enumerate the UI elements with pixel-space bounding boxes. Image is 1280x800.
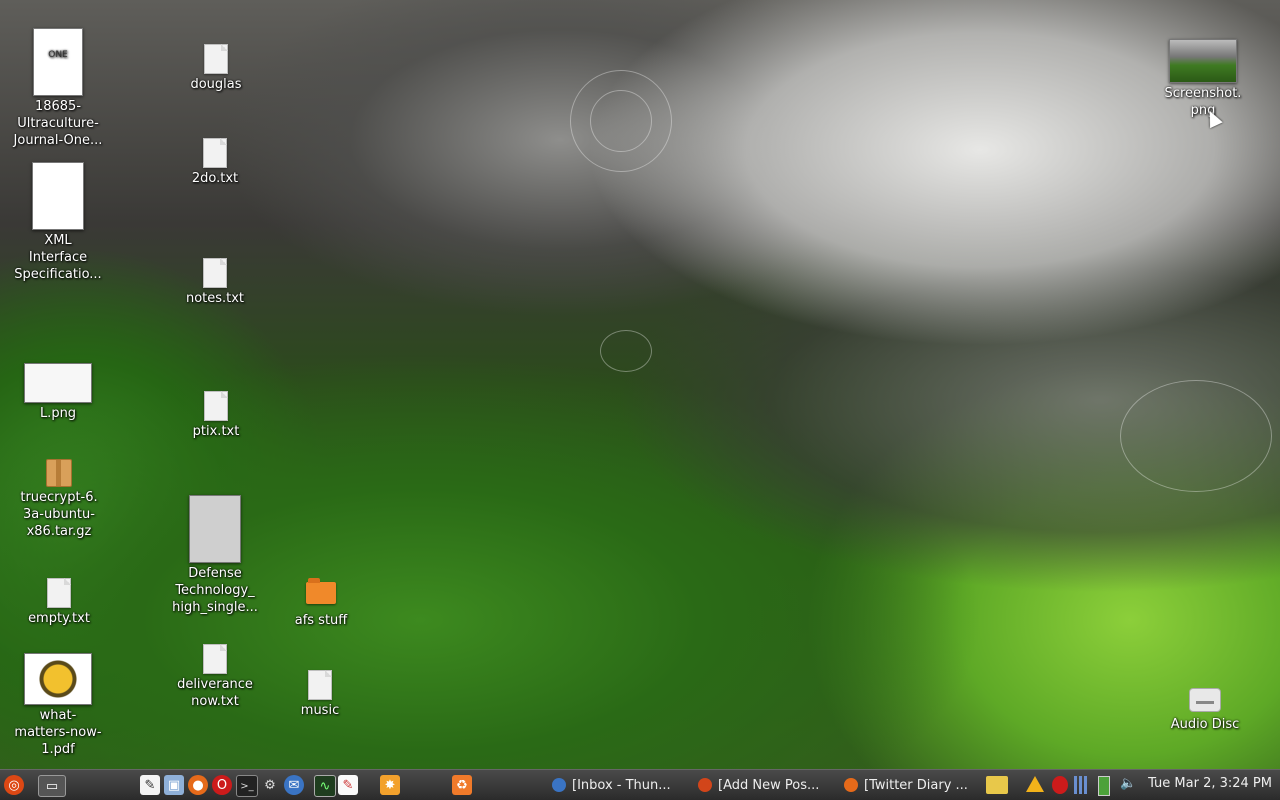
desktop-icon-audio-disc[interactable]: Audio Disc <box>1150 688 1260 733</box>
desktop-icon-xml-interface[interactable]: XML Interface Specificatio... <box>3 162 113 283</box>
text-file-icon <box>204 391 228 421</box>
opera-icon[interactable] <box>1052 776 1068 794</box>
desktop-icon-label: ptix.txt <box>192 424 240 439</box>
thunderbird-icon[interactable]: ✉ <box>284 775 304 795</box>
terminal-icon[interactable]: >_ <box>236 775 258 797</box>
pdf-thumbnail-icon: ONE <box>33 28 83 96</box>
desktop-icon-deliverance-now[interactable]: deliverance now.txt <box>160 644 270 710</box>
desktop-icon-label: notes.txt <box>185 291 245 306</box>
desktop-icon-2do[interactable]: 2do.txt <box>160 138 270 187</box>
opera-icon[interactable]: O <box>212 775 232 795</box>
audio-disc-icon <box>1189 688 1221 712</box>
signal-icon[interactable] <box>1074 776 1090 794</box>
firefox-icon <box>844 778 858 792</box>
desktop-icon-what-matters-now[interactable]: what- matters-now- 1.pdf <box>3 653 113 758</box>
firefox-icon[interactable]: ● <box>188 775 208 795</box>
desktop-icon-label: XML Interface Specificatio... <box>14 233 102 282</box>
task-label: [Add New Pos... <box>718 777 820 793</box>
taskbar-item-twitter-diary[interactable]: [Twitter Diary ... <box>844 774 978 796</box>
show-desktop-icon[interactable]: ▭ <box>38 775 66 797</box>
desktop-icon-l-png[interactable]: L.png <box>3 363 113 422</box>
desktop-icon-label: afs stuff <box>294 613 348 628</box>
task-label: [Twitter Diary ... <box>864 777 968 793</box>
desktop-icon-empty[interactable]: empty.txt <box>4 578 114 627</box>
water-ripple <box>1120 380 1272 492</box>
text-file-icon <box>203 644 227 674</box>
desktop-icon-notes[interactable]: notes.txt <box>160 258 270 307</box>
desktop-icon-music[interactable]: music <box>265 670 375 719</box>
panel-clock[interactable]: Tue Mar 2, 3:24 PM <box>1148 776 1272 791</box>
pdf-thumbnail-icon <box>189 495 241 563</box>
archive-icon <box>46 459 72 487</box>
pidgin-icon[interactable]: ✎ <box>338 775 358 795</box>
text-file-icon <box>203 258 227 288</box>
text-file-icon <box>47 578 71 608</box>
text-file-icon <box>204 44 228 74</box>
desktop-icon-label: 18685- Ultraculture- Journal-One... <box>13 99 103 148</box>
text-file-icon <box>203 138 227 168</box>
desktop-icon-screenshot[interactable]: Screenshot. png <box>1148 39 1258 119</box>
folder-icon[interactable] <box>986 776 1008 794</box>
desktop-icon-label: Defense Technology_ high_single... <box>172 566 258 615</box>
desktop-icon-afs-stuff[interactable]: afs stuff <box>266 578 376 629</box>
system-monitor-icon[interactable]: ∿ <box>314 775 336 797</box>
trash-icon[interactable]: ♻ <box>452 775 472 795</box>
pdf-thumbnail-icon <box>32 162 84 230</box>
desktop-icon-ptix[interactable]: ptix.txt <box>161 391 271 440</box>
taskbar-item-thunderbird[interactable]: [Inbox - Thun... <box>552 774 686 796</box>
desktop-icon-label: deliverance now.txt <box>177 677 253 709</box>
desktop-icon-label: music <box>300 703 340 718</box>
image-thumbnail-icon <box>24 363 92 403</box>
desktop-icon-label: empty.txt <box>28 611 90 626</box>
desktop-icon-truecrypt[interactable]: truecrypt-6. 3a-ubuntu- x86.tar.gz <box>4 459 114 540</box>
text-file-icon <box>308 670 332 700</box>
taskbar-item-add-new-post[interactable]: [Add New Pos... <box>698 774 832 796</box>
water-ripple <box>590 90 652 152</box>
volume-icon[interactable]: 🔈 <box>1120 776 1136 794</box>
web-icon <box>698 778 712 792</box>
text-editor-icon[interactable]: ✎ <box>140 775 160 795</box>
desktop-icon-label: douglas <box>190 77 242 92</box>
desktop-icon-douglas[interactable]: douglas <box>161 44 271 93</box>
desktop-icon-label: Audio Disc <box>1170 717 1240 732</box>
monitor-icon[interactable]: ▣ <box>164 775 184 795</box>
desktop-icon-label: L.png <box>39 406 77 421</box>
bottom-panel: ◎ ▭ ✎ ▣ ● O >_ ⚙ ✉ ∿ ✎ ✸ ♻ [Inbox - Thun… <box>0 769 1280 800</box>
battery-icon[interactable] <box>1098 776 1110 796</box>
thunderbird-icon <box>552 778 566 792</box>
burst-icon[interactable]: ✸ <box>380 775 400 795</box>
desktop-icon-label: truecrypt-6. 3a-ubuntu- x86.tar.gz <box>20 490 98 539</box>
desktop-icon-defense-technology[interactable]: Defense Technology_ high_single... <box>160 495 270 616</box>
warning-icon[interactable] <box>1026 776 1044 792</box>
ubuntu-menu-icon[interactable]: ◎ <box>4 775 24 795</box>
image-thumbnail-icon <box>1169 39 1237 83</box>
settings-icon[interactable]: ⚙ <box>260 775 280 795</box>
pdf-thumbnail-icon <box>24 653 92 705</box>
desktop-icon-label: 2do.txt <box>191 171 239 186</box>
task-label: [Inbox - Thun... <box>572 777 671 793</box>
desktop-icon-label: what- matters-now- 1.pdf <box>14 708 102 757</box>
water-ripple <box>600 330 652 372</box>
folder-icon <box>306 578 336 604</box>
desktop-icon-ultraculture-journal[interactable]: ONE 18685- Ultraculture- Journal-One... <box>3 28 113 149</box>
